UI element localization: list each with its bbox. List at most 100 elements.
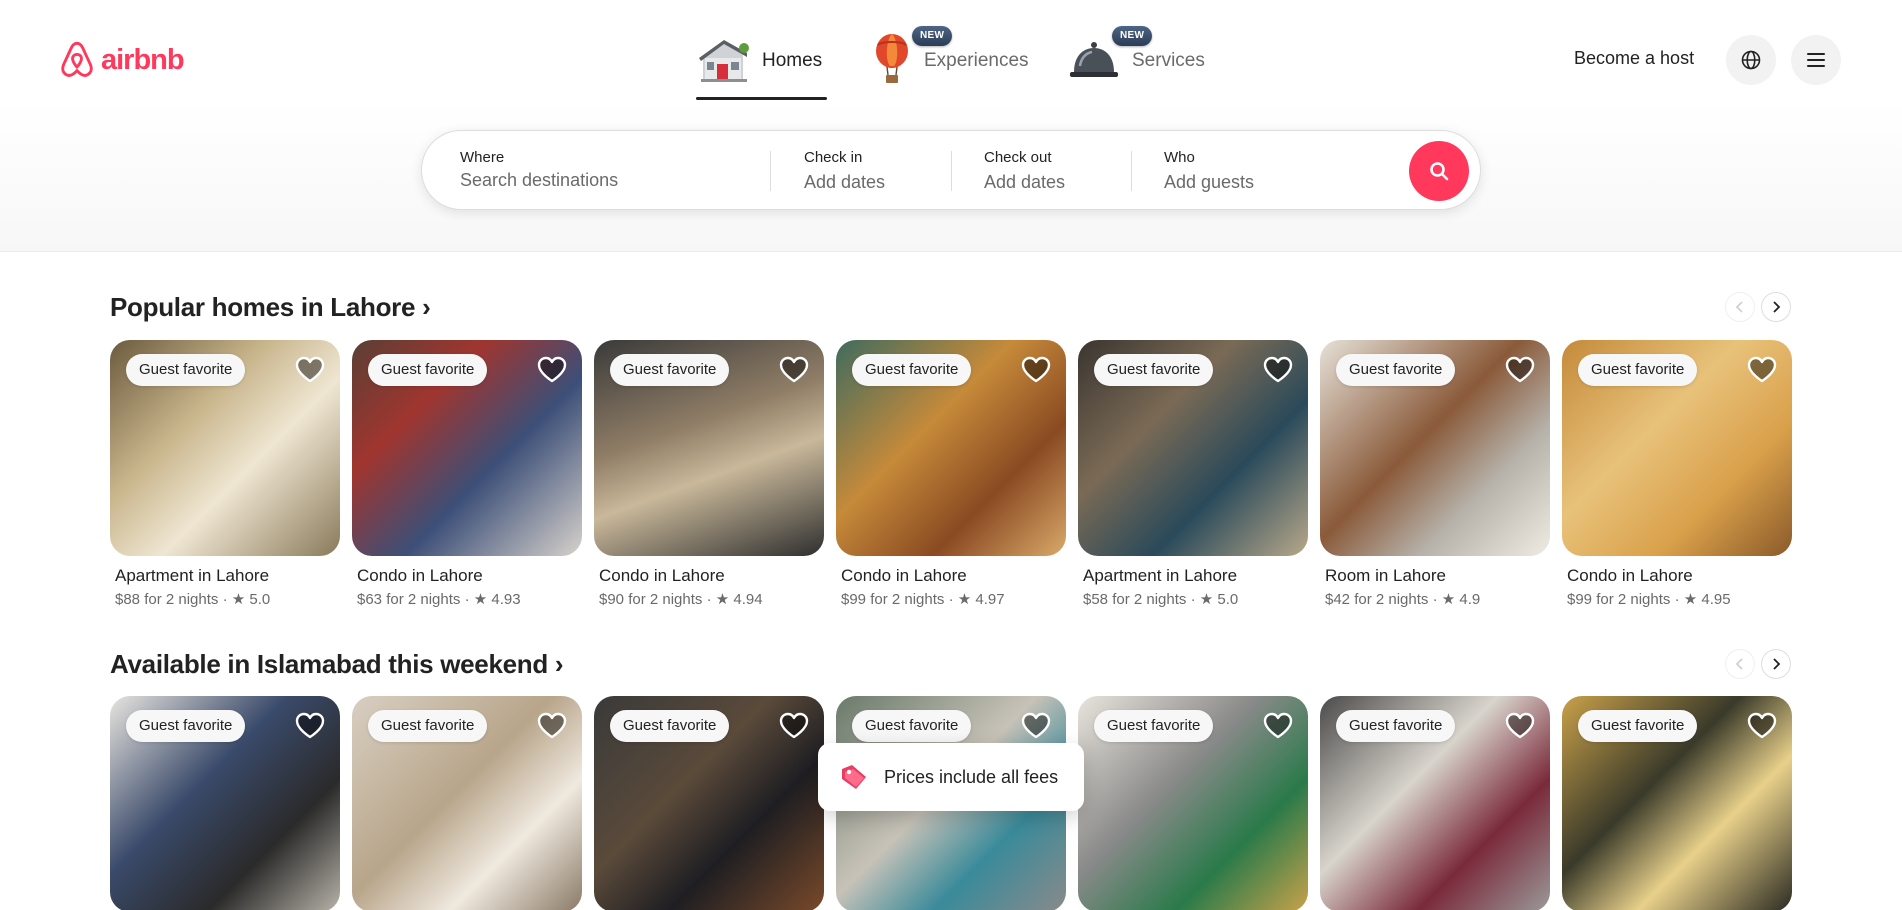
who-label: Who <box>1164 149 1195 166</box>
listing-card[interactable]: Guest favorite Apartment in Lahore $58 for… <box>1078 340 1308 608</box>
heart-icon[interactable] <box>536 354 568 386</box>
who-value: Add guests <box>1164 172 1255 192</box>
heart-icon[interactable] <box>1020 710 1052 742</box>
globe-icon <box>1741 50 1761 70</box>
heart-icon[interactable] <box>1504 710 1536 742</box>
hot-air-balloon-icon <box>870 34 914 84</box>
divider <box>951 151 952 191</box>
listing-photo[interactable]: Guest favorite <box>110 340 340 556</box>
guest-favorite-badge: Guest favorite <box>368 710 488 742</box>
listing-photo[interactable]: Guest favorite <box>1562 340 1792 556</box>
tab-experiences-label: Experiences <box>924 50 1029 71</box>
price-tag-icon <box>842 765 866 789</box>
carousel-next-button[interactable] <box>1761 292 1791 322</box>
chevron-right-icon <box>1773 301 1781 313</box>
guest-favorite-badge: Guest favorite <box>126 710 246 742</box>
tab-services-label: Services <box>1132 50 1205 71</box>
guest-favorite-badge: Guest favorite <box>1336 710 1456 742</box>
listing-title: Condo in Lahore <box>841 566 967 585</box>
listing-card[interactable]: Guest favorite <box>1562 696 1792 910</box>
listing-price-rating: $42 for 2 nights · ★ 4.9 <box>1325 591 1481 608</box>
check-out-value: Add dates <box>984 172 1066 192</box>
listing-card[interactable]: Guest favorite Room in Lahore $42 for 2 ni… <box>1320 340 1550 608</box>
heart-icon[interactable] <box>1746 710 1778 742</box>
carousel-prev-button[interactable] <box>1725 649 1755 679</box>
search-bar: Where Check in Add dates Check out Add d… <box>421 130 1481 210</box>
listing-card[interactable]: Guest favorite <box>1078 696 1308 910</box>
listing-photo[interactable]: Guest favorite <box>352 696 582 910</box>
listing-card[interactable]: Guest favorite <box>352 696 582 910</box>
listing-title: Apartment in Lahore <box>1083 566 1238 585</box>
new-badge: NEW <box>912 26 953 46</box>
guest-favorite-badge: Guest favorite <box>610 710 730 742</box>
tab-experiences[interactable]: Experiences NEW <box>870 26 1030 100</box>
where-label: Where <box>460 149 505 166</box>
listing-card[interactable]: Guest favorite Condo in Lahore $99 for 2 n… <box>1562 340 1792 608</box>
heart-icon[interactable] <box>294 354 326 386</box>
heart-icon[interactable] <box>778 354 810 386</box>
listing-price-rating: $63 for 2 nights · ★ 4.93 <box>357 591 521 608</box>
search-icon <box>1430 162 1449 181</box>
check-in-label: Check in <box>804 149 863 166</box>
carousel-prev-button[interactable] <box>1725 292 1755 322</box>
listing-card[interactable]: Guest favorite <box>594 696 824 910</box>
section-title-popular-lahore[interactable]: Popular homes in Lahore › <box>110 292 431 323</box>
heart-icon[interactable] <box>778 710 810 742</box>
heart-icon[interactable] <box>1746 354 1778 386</box>
listing-photo[interactable]: Guest favorite <box>1320 340 1550 556</box>
listing-card[interactable]: Guest favorite <box>1320 696 1550 910</box>
heart-icon[interactable] <box>294 710 326 742</box>
search-button[interactable] <box>1409 141 1469 201</box>
airbnb-logo-icon <box>61 41 93 77</box>
heart-icon[interactable] <box>1020 354 1052 386</box>
guest-favorite-badge: Guest favorite <box>1578 710 1698 742</box>
carousel-next-button[interactable] <box>1761 649 1791 679</box>
listing-photo[interactable]: Guest favorite <box>594 696 824 910</box>
where-field[interactable]: Where <box>460 149 730 191</box>
listing-photo[interactable]: Guest favorite <box>594 340 824 556</box>
section-title-islamabad-weekend[interactable]: Available in Islamabad this weekend › <box>110 649 564 680</box>
tab-services[interactable]: Services NEW <box>1066 26 1206 100</box>
listing-title: Condo in Lahore <box>1567 566 1693 585</box>
heart-icon[interactable] <box>536 710 568 742</box>
guest-favorite-badge: Guest favorite <box>852 710 972 742</box>
listing-card[interactable]: Guest favorite Condo in Lahore $90 for 2 n… <box>594 340 824 608</box>
active-tab-indicator <box>696 97 827 100</box>
logo-text: airbnb <box>101 43 185 76</box>
where-input[interactable] <box>460 170 730 191</box>
chevron-left-icon <box>1735 301 1743 313</box>
airbnb-logo[interactable]: airbnb <box>59 40 185 80</box>
listing-photo[interactable]: Guest favorite <box>1562 696 1792 910</box>
listing-card[interactable]: Guest favorite Condo in Lahore $63 for 2 n… <box>352 340 582 608</box>
guest-favorite-badge: Guest favorite <box>368 354 488 386</box>
become-a-host-link[interactable]: Become a host <box>1574 48 1694 69</box>
listing-title: Condo in Lahore <box>599 566 725 585</box>
check-in-field[interactable]: Check in Add dates <box>804 149 885 193</box>
divider <box>1131 151 1132 191</box>
listing-title: Room in Lahore <box>1325 566 1446 585</box>
listing-photo[interactable]: Guest favorite <box>836 340 1066 556</box>
heart-icon[interactable] <box>1262 354 1294 386</box>
listing-photo[interactable]: Guest favorite <box>1078 696 1308 910</box>
chevron-left-icon <box>1735 658 1743 670</box>
divider <box>770 151 771 191</box>
guest-favorite-badge: Guest favorite <box>852 354 972 386</box>
heart-icon[interactable] <box>1262 710 1294 742</box>
listing-photo[interactable]: Guest favorite <box>110 696 340 910</box>
listing-photo[interactable]: Guest favorite <box>1320 696 1550 910</box>
listing-card[interactable]: Guest favorite Condo in Lahore $99 for 2 n… <box>836 340 1066 608</box>
main-menu-button[interactable] <box>1791 35 1841 85</box>
check-out-field[interactable]: Check out Add dates <box>984 149 1065 193</box>
tab-homes[interactable]: Homes <box>696 34 827 100</box>
guest-favorite-badge: Guest favorite <box>1578 354 1698 386</box>
listing-card[interactable]: Guest favorite <box>110 696 340 910</box>
language-button[interactable] <box>1726 35 1776 85</box>
who-field[interactable]: Who Add guests <box>1164 149 1254 193</box>
listing-price-rating: $90 for 2 nights · ★ 4.94 <box>599 591 763 608</box>
listing-card[interactable]: Guest favorite Apartment in Lahore $88 for… <box>110 340 340 608</box>
guest-favorite-badge: Guest favorite <box>126 354 246 386</box>
heart-icon[interactable] <box>1504 354 1536 386</box>
listing-photo[interactable]: Guest favorite <box>352 340 582 556</box>
listing-title: Apartment in Lahore <box>115 566 270 585</box>
listing-photo[interactable]: Guest favorite <box>1078 340 1308 556</box>
